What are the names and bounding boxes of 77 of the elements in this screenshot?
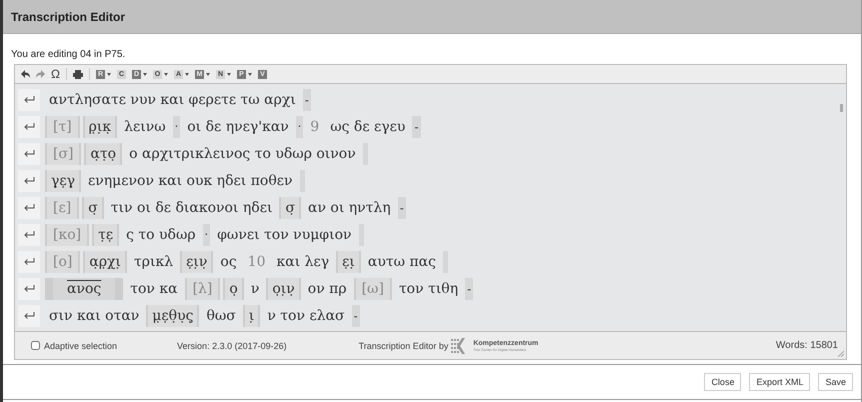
- unclear-text[interactable]: ι̣: [242, 304, 260, 326]
- transcription-text: αυτω πας: [366, 252, 437, 272]
- dialog-button[interactable]: Close: [704, 373, 742, 391]
- unclear-text[interactable]: τ̣ε̣: [92, 224, 120, 246]
- return-icon: [24, 231, 34, 238]
- unclear-text[interactable]: ο̣ι̣ν̣: [266, 278, 301, 300]
- line-break-mark[interactable]: -: [302, 88, 311, 110]
- checkbox-label: Adaptive selection: [44, 340, 118, 350]
- transcription-text: ς το υδωρ: [125, 226, 197, 244]
- transcription-text: λεινω: [123, 118, 167, 136]
- window-title: Transcription Editor: [3, 0, 861, 34]
- redo-icon: [36, 70, 45, 78]
- punctuation-mark[interactable]: ·: [202, 224, 210, 246]
- symbol-button[interactable]: Ω: [51, 67, 60, 81]
- version-text: Version: 2.3.0 (2017-09-26): [177, 340, 287, 350]
- verse-number: 9: [309, 118, 320, 136]
- return-icon: [24, 150, 34, 157]
- abbreviation-text[interactable]: ανος: [45, 278, 124, 300]
- resize-grip-icon[interactable]: [838, 351, 844, 357]
- line-break-mark[interactable]: -: [465, 278, 474, 300]
- adaptive-selection-checkbox[interactable]: [31, 341, 40, 350]
- return-icon: [24, 258, 34, 265]
- caret-icon: [142, 72, 147, 76]
- transcription-text: τρικλ: [133, 252, 174, 272]
- punctuation-mark[interactable]: ·: [172, 116, 180, 138]
- transcription-text: τον κα: [129, 280, 179, 298]
- unclear-text[interactable]: μ̣ε̣θ̣υ̣ς̣: [146, 304, 200, 326]
- unclear-text[interactable]: ε̣ι̣ν̣: [180, 250, 214, 272]
- transcription-text: τιν οι δε διακονοι ηδει: [110, 198, 274, 218]
- transcription-text: και λεγ: [276, 252, 330, 272]
- punctuation-mark[interactable]: ·: [296, 116, 304, 138]
- caret-icon: [164, 72, 168, 76]
- dialog-button[interactable]: Save: [818, 373, 853, 391]
- credit-text: Transcription Editor by: [358, 340, 448, 350]
- dialog-button[interactable]: Export XML: [749, 373, 810, 391]
- unclear-text[interactable]: α̣τ̣ο̣: [84, 142, 122, 164]
- return-icon: [24, 204, 34, 211]
- unclear-text[interactable]: ε̣ι̣: [336, 250, 361, 272]
- return-icon: [24, 285, 34, 292]
- return-icon: [24, 177, 34, 184]
- return-icon: [24, 123, 34, 130]
- unclear-text[interactable]: ρ̣ι̣κ̣: [82, 116, 118, 138]
- transcription-text: αν οι ηντλη: [307, 198, 392, 218]
- unclear-text[interactable]: α̣ρ̣χ̣ι̣: [83, 250, 128, 272]
- transcription-text: ο αρχιτρικλεινος το υδωρ οινον: [128, 144, 357, 164]
- transcription-text: ον πρ: [306, 280, 348, 298]
- caret-icon: [248, 72, 252, 76]
- line-break-mark[interactable]: -: [398, 196, 406, 218]
- word-count: Words: 15801: [776, 340, 838, 351]
- transcription-text: ν: [250, 280, 260, 298]
- unclear-text[interactable]: σ̣: [82, 196, 104, 218]
- return-icon: [24, 312, 34, 319]
- transcription-text: ως δε εγευ: [329, 118, 406, 136]
- transcription-text: σιν και οταν: [48, 306, 140, 326]
- toolbar-button[interactable]: [21, 70, 30, 78]
- editing-info: You are editing 04 in P75.: [10, 48, 126, 62]
- transcription-text: τον τιθη: [398, 280, 460, 298]
- caret-icon: [206, 72, 210, 76]
- return-icon: [24, 96, 34, 103]
- line-break-mark[interactable]: -: [412, 116, 421, 138]
- unclear-text[interactable]: ο̣: [223, 278, 244, 300]
- line-break-mark[interactable]: -: [352, 304, 360, 326]
- transcription-text: φωνει τον νυμφιον: [216, 226, 353, 244]
- transcription-text: ος: [219, 252, 238, 272]
- undo-icon: [21, 70, 30, 78]
- unclear-text[interactable]: γ̣ε̣γ̣: [45, 170, 81, 192]
- unclear-text[interactable]: σ̣: [279, 196, 301, 218]
- caret-icon: [106, 72, 111, 76]
- transcription-text: ν τον ελασ: [266, 306, 346, 326]
- transcription-text: θωσ: [205, 306, 237, 326]
- transcription-text: αντλησατε νυν και φερετε τω αρχι: [48, 90, 297, 110]
- caret-icon: [184, 72, 189, 76]
- scrollbar-thumb[interactable]: [840, 104, 843, 112]
- transcription-text: ενημενον και ουκ ηδει ποθεν: [87, 172, 294, 190]
- transcription-text: οι δε ηνεγ'καν: [186, 118, 290, 136]
- verse-number: 10: [246, 252, 266, 272]
- caret-icon: [226, 72, 231, 76]
